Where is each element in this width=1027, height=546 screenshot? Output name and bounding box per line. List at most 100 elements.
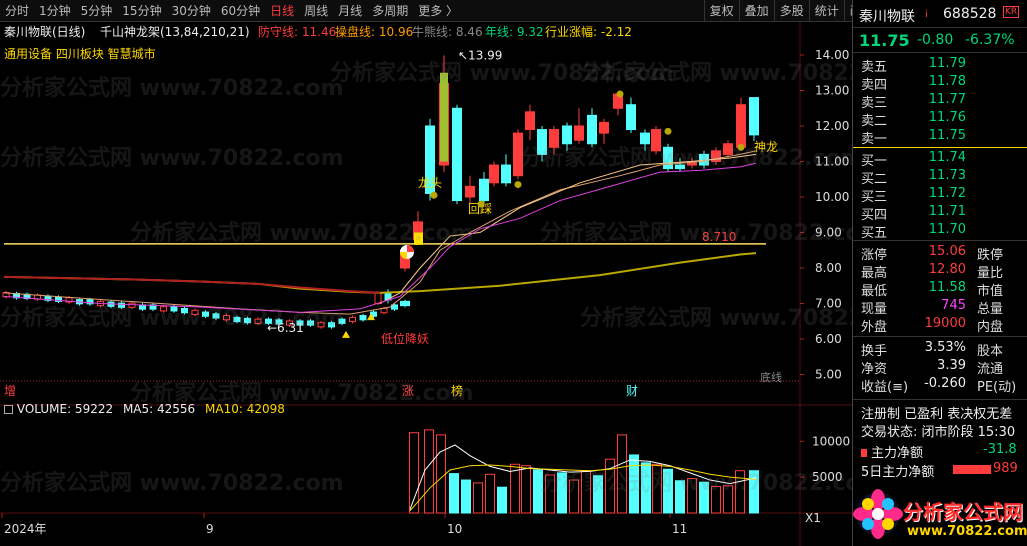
candle-body: [749, 97, 759, 136]
candle-body: [317, 322, 325, 328]
quote-stock-name: 秦川物联: [859, 9, 915, 25]
stat-row-value: 12.80: [928, 262, 966, 277]
stat-row-label: 最低: [861, 284, 888, 299]
kline-chart[interactable]: 14.00 13.00 12.00 11.00 10.00 9.00 8.00 7.00 6.0…: [0, 22, 852, 546]
tab-period-5[interactable]: 60分钟: [216, 0, 265, 22]
candle-body: [181, 307, 188, 314]
concept-tags: 通用设备 四川板块 智慧城市: [4, 47, 156, 61]
tab-period-4[interactable]: 30分钟: [167, 0, 216, 22]
signal-dot-icon: [616, 90, 624, 98]
stat-row-right-label: 总量: [977, 302, 1004, 317]
ask-label: 卖四: [861, 78, 888, 93]
volume-bar: [675, 480, 685, 514]
volume-bar: [593, 475, 603, 514]
stat-row: 最低 11.58 市值: [853, 280, 1027, 299]
stat-row-right-label: 市值: [977, 284, 1004, 299]
bull-bear-line-value: 牛熊线: 8.46: [412, 25, 483, 39]
ma-magenta-line: [3, 162, 757, 313]
candle-body: [489, 164, 499, 184]
ask-level: 卖二 11.76: [853, 110, 1027, 129]
volume-bar: [545, 474, 555, 514]
tab-period-3[interactable]: 15分钟: [117, 0, 166, 22]
indicator-name[interactable]: 千山神龙架(13,84,210,21): [100, 23, 250, 40]
main-net-label: 主力净额: [861, 442, 923, 461]
stat2-row-label: 收益(≡): [861, 380, 909, 395]
candle-body: [328, 322, 335, 328]
tab-period-8[interactable]: 月线: [333, 0, 367, 22]
stat2-row-label: 换手: [861, 344, 888, 359]
tab-period-10[interactable]: 更多 〉: [413, 0, 463, 22]
price-axis-label: 10.00: [815, 190, 849, 204]
volume-bar: [687, 478, 697, 514]
tab-period-7[interactable]: 周线: [299, 0, 333, 22]
signal-triangle-icon: [342, 330, 350, 338]
tab-period-1[interactable]: 1分钟: [34, 0, 76, 22]
bid-price: 11.72: [928, 186, 966, 201]
tab-period-6[interactable]: 日线: [265, 0, 299, 22]
candle-body: [675, 164, 685, 170]
candle-body: [191, 309, 199, 316]
bid-level: 买一 11.74: [853, 150, 1027, 169]
info-icon[interactable]: i: [925, 9, 928, 20]
volume-bar: [641, 462, 651, 514]
candle-body: [651, 129, 661, 152]
toolbar-button-3[interactable]: 统计: [808, 0, 844, 22]
price-axis-label: 5.00: [815, 368, 842, 382]
stat-row-right-label: 跌停: [977, 248, 1004, 263]
signal-dot-icon: [430, 191, 438, 199]
ask-label: 卖三: [861, 96, 888, 111]
toolbar-button-0[interactable]: 复权: [703, 0, 739, 22]
ask-level: 卖四 11.78: [853, 74, 1027, 93]
bid-price: 11.73: [928, 168, 966, 183]
signal-dot-icon: [737, 143, 745, 151]
volume-bar: [652, 463, 662, 514]
logo-text: 分析家公式网: [903, 500, 1023, 524]
volume-header: VOLUME: 59222 MA5: 42556 MA10: 42098: [4, 402, 285, 416]
volume-bar: [711, 485, 721, 514]
stat-row: 外盘 19000 内盘: [853, 316, 1027, 335]
price-change-pct: -6.37%: [965, 32, 1015, 48]
stat2-row-value: 3.39: [937, 358, 966, 373]
candle-body: [400, 300, 410, 307]
tab-period-9[interactable]: 多周期: [367, 0, 413, 22]
volume-bar: [749, 470, 759, 514]
stat-row-value: 11.58: [928, 280, 966, 295]
date-axis-label: 9: [206, 522, 214, 536]
dragon-head-label: 龙头: [418, 176, 442, 190]
candle-body: [170, 306, 178, 312]
date-axis-label: 2024年: [4, 522, 47, 536]
event-marker[interactable]: 榜: [451, 383, 463, 398]
defense-line-value: 防守线: 11.46: [258, 25, 337, 39]
toolbar-button-1[interactable]: 叠加: [738, 0, 774, 22]
control-line: [3, 150, 757, 315]
event-marker[interactable]: 增: [4, 384, 16, 398]
quote-panel: 秦川物联 i 688528 KR 11.75 -0.80 -6.37% 卖五 11…: [852, 0, 1027, 546]
event-marker[interactable]: 财: [626, 384, 638, 398]
stat2-row-right-label: 流通: [977, 362, 1004, 377]
stat-row-label: 最高: [861, 266, 888, 281]
stat2-row: 收益(≡) -0.260 PE(动): [853, 376, 1027, 395]
ask-label: 卖一: [861, 132, 888, 147]
kr-badge: KR: [1003, 6, 1020, 18]
tab-period-2[interactable]: 5分钟: [76, 0, 118, 22]
volume-toggle-icon[interactable]: [4, 405, 13, 414]
bid-label: 买四: [861, 208, 888, 223]
tab-period-0[interactable]: 分时: [0, 0, 34, 22]
candle-body: [380, 307, 388, 314]
five-day-net-label: 5日主力净额: [861, 465, 935, 480]
main-net-value: -31.8: [983, 442, 1017, 457]
ask-label: 卖二: [861, 114, 888, 129]
candle-body: [525, 111, 535, 131]
volume-bar: [617, 434, 627, 514]
stat2-row-value: 3.53%: [924, 340, 966, 355]
volume-ma10: MA10: 42098: [205, 402, 285, 416]
bid-level: 买三 11.72: [853, 186, 1027, 205]
stat-row: 最高 12.80 量比: [853, 262, 1027, 281]
ask-price: 11.79: [928, 56, 966, 71]
highlight-candle: [414, 232, 423, 245]
volume-axis-label: 5000: [812, 470, 843, 484]
signal-dot-icon: [664, 127, 672, 135]
event-marker[interactable]: 涨: [402, 383, 414, 398]
five-day-net-bar: [953, 465, 991, 474]
toolbar-button-2[interactable]: 多股: [773, 0, 809, 22]
